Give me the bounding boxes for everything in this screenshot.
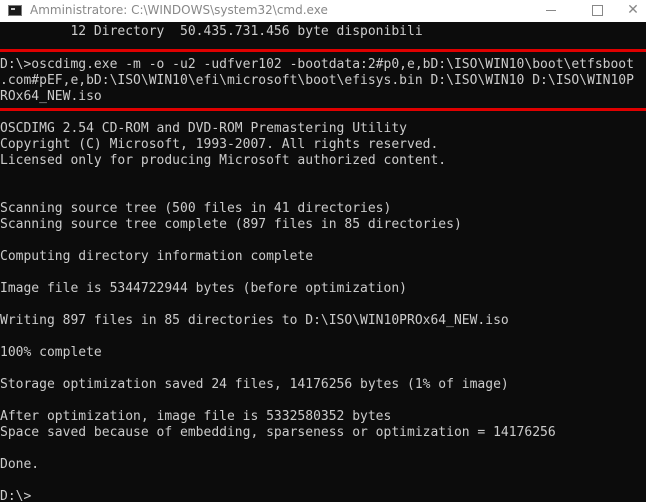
console-line: Scanning source tree (500 files in 41 di… <box>0 201 392 216</box>
cmd-icon[interactable] <box>8 5 22 16</box>
console-line: 12 Directory 50.435.731.456 byte disponi… <box>0 24 423 39</box>
console-line: Space saved because of embedding, sparse… <box>0 425 556 440</box>
console-line: Scanning source tree complete (897 files… <box>0 217 462 232</box>
console-line: Copyright (C) Microsoft, 1993-2007. All … <box>0 137 439 152</box>
command-line: .com#pEF,e,bD:\ISO\WIN10\efi\microsoft\b… <box>0 73 634 88</box>
console-line: Computing directory information complete <box>0 249 314 264</box>
console-line: Done. <box>0 457 40 472</box>
title-bar[interactable]: Amministratore: C:\WINDOWS\system32\cmd.… <box>0 0 646 22</box>
console-line: 100% complete <box>0 345 102 360</box>
console-line: After optimization, image file is 533258… <box>0 409 392 424</box>
console-line: OSCDIMG 2.54 CD-ROM and DVD-ROM Premaste… <box>0 121 407 136</box>
console-line: Storage optimization saved 24 files, 141… <box>0 377 509 392</box>
close-button[interactable]: ✕ <box>620 0 646 22</box>
command-line: D:\>oscdimg.exe -m -o -u2 -udfver102 -bo… <box>0 57 634 72</box>
command-highlight-bottom <box>0 108 646 111</box>
console-line: Writing 897 files in 85 directories to D… <box>0 313 509 328</box>
command-line: ROx64_NEW.iso <box>0 89 102 104</box>
close-icon: ✕ <box>627 2 639 18</box>
cmd-window: Amministratore: C:\WINDOWS\system32\cmd.… <box>0 0 646 502</box>
prompt-line[interactable]: D:\> <box>0 489 31 502</box>
console-line: Image file is 5344722944 bytes (before o… <box>0 281 407 296</box>
maximize-button[interactable] <box>574 0 620 22</box>
console-output[interactable]: 12 Directory 50.435.731.456 byte disponi… <box>0 22 646 502</box>
minimize-icon <box>546 10 556 11</box>
window-title: Amministratore: C:\WINDOWS\system32\cmd.… <box>30 3 328 17</box>
maximize-icon <box>591 5 603 16</box>
console-line: Licensed only for producing Microsoft au… <box>0 153 447 168</box>
minimize-button[interactable] <box>528 0 574 22</box>
command-highlight-top <box>0 49 646 52</box>
